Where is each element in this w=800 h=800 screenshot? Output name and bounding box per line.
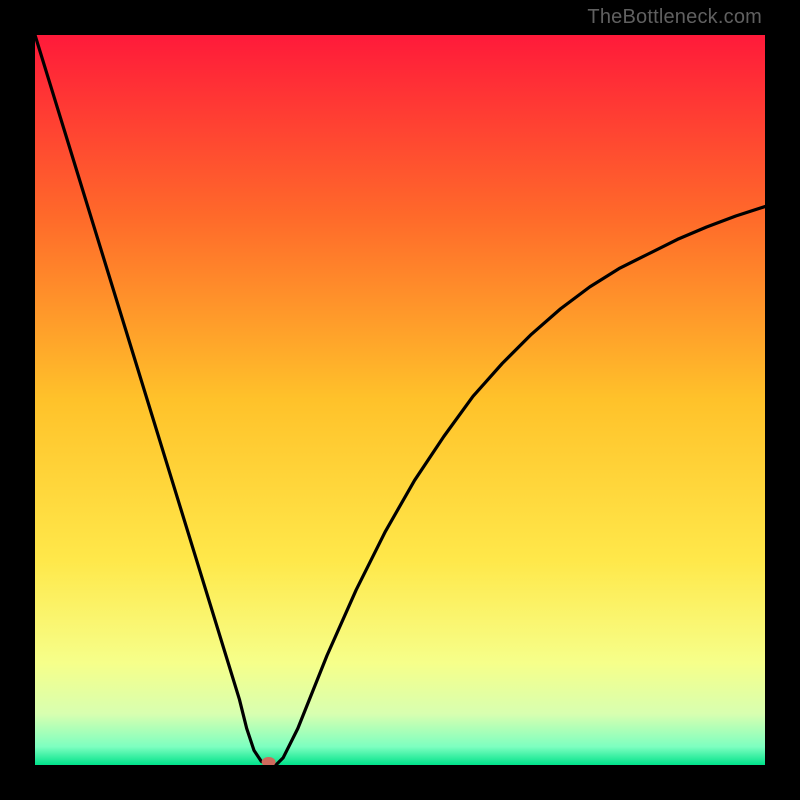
chart-frame: TheBottleneck.com [0,0,800,800]
watermark-text: TheBottleneck.com [587,6,762,29]
bottleneck-curve [35,35,765,765]
plot-area [35,35,765,765]
optimal-point-marker [262,757,276,765]
